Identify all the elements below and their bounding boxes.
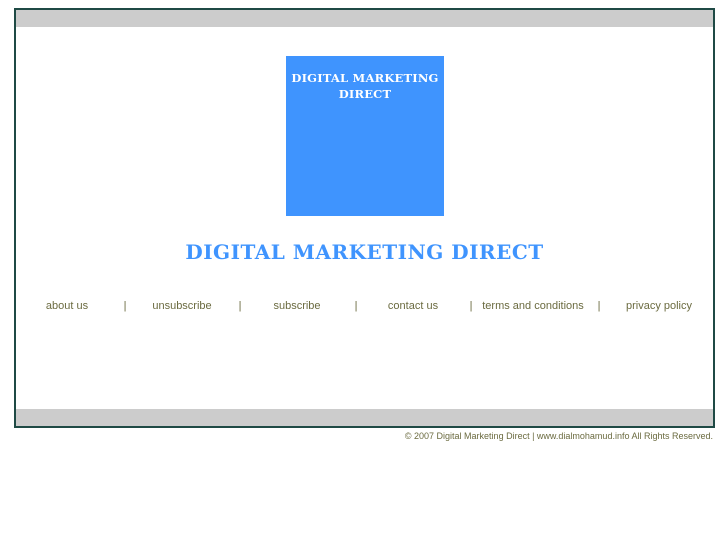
logo: DIGITAL MARKETING DIRECT [286, 56, 444, 216]
nav-privacy-policy[interactable]: privacy policy [626, 300, 692, 312]
nav-subscribe[interactable]: subscribe [273, 300, 320, 312]
nav-unsubscribe[interactable]: unsubscribe [152, 300, 211, 312]
nav-about-us[interactable]: about us [46, 300, 88, 312]
header-band [16, 10, 713, 27]
nav-separator: | [354, 300, 358, 312]
nav-contact-us[interactable]: contact us [388, 300, 438, 312]
nav-separator: | [469, 300, 473, 312]
nav-separator: | [238, 300, 242, 312]
footer-band [16, 409, 713, 426]
nav-separator: | [597, 300, 601, 312]
logo-line-2: DIRECT [338, 87, 392, 101]
nav-separator: | [123, 300, 127, 312]
copyright-footer: © 2007 Digital Marketing Direct | www.di… [404, 431, 713, 441]
nav-terms-and-conditions[interactable]: terms and conditions [482, 300, 584, 312]
page-frame: DIGITAL MARKETING DIRECT DIGITAL MARKETI… [14, 8, 715, 428]
page-title: DIGITAL MARKETING DIRECT [185, 240, 544, 264]
logo-line-1: DIGITAL MARKETING [291, 71, 439, 85]
